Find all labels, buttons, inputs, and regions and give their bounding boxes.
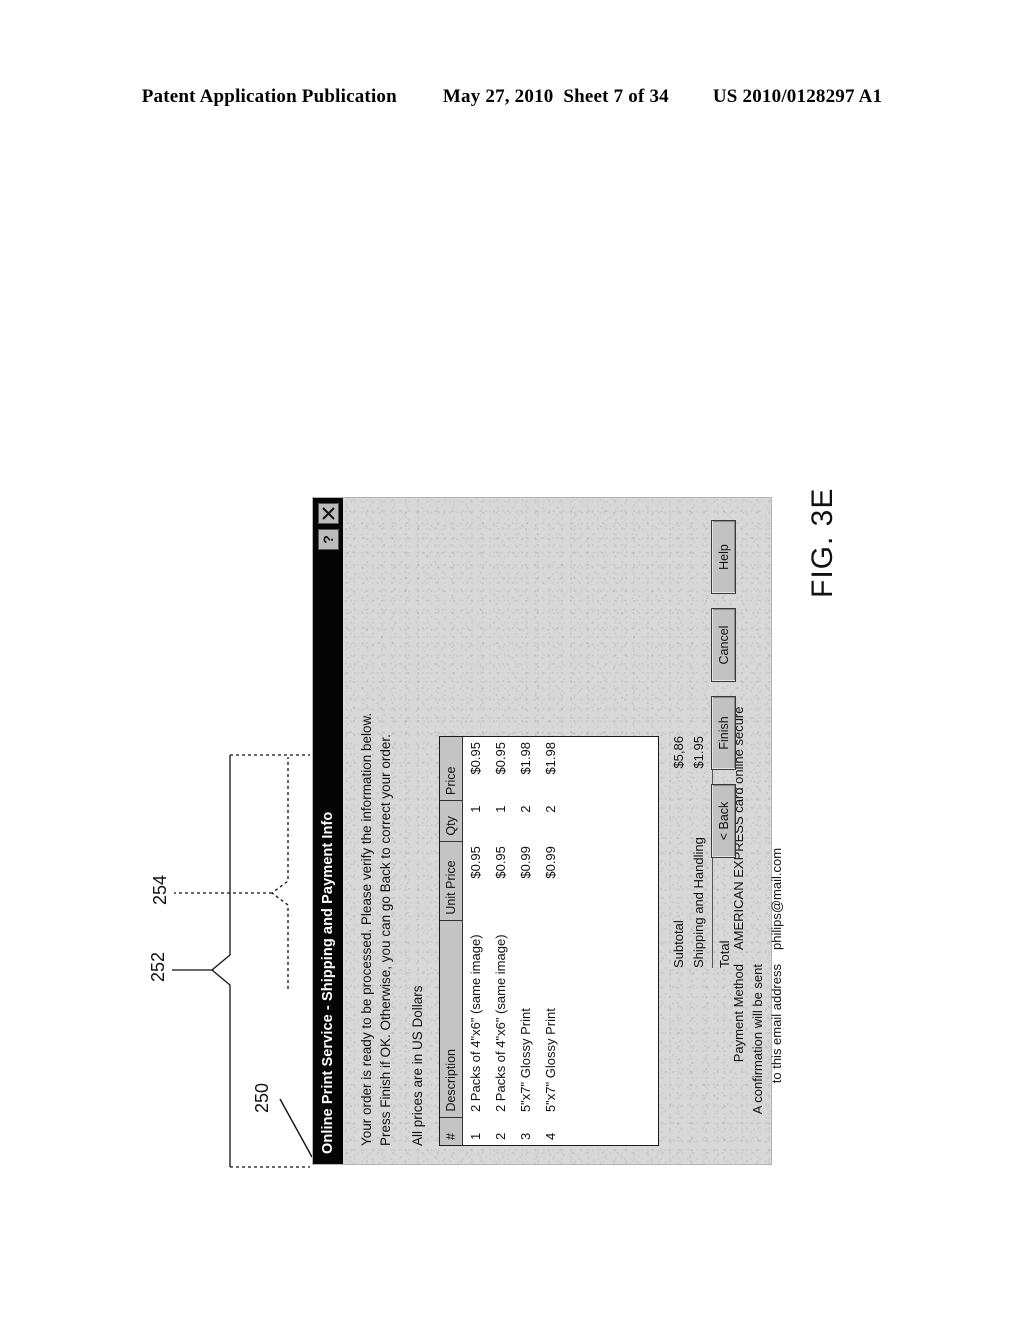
- confirmation-label-1: A confirmation will be sent: [750, 964, 765, 1115]
- subtotal-value: $5,86: [671, 736, 686, 769]
- cell-qty: 1: [493, 805, 508, 813]
- print-service-dialog: Online Print Service - Shipping and Paym…: [312, 497, 784, 1165]
- table-row: 4 5"x7" Glossy Print $0.99 2 $1.98: [538, 737, 563, 1145]
- table-row: 1 2 Packs of 4"x6" (same image) $0.95 1 …: [463, 737, 489, 1145]
- cell-num: 1: [468, 1132, 483, 1140]
- confirmation-email-value: philips@mail.com: [769, 847, 784, 950]
- cell-description: 2 Packs of 4"x6" (same image): [468, 934, 483, 1113]
- subtotal-label: Subtotal: [671, 920, 686, 968]
- order-items-table: # Description Unit Price Qty Price 1 2 P…: [440, 737, 563, 1145]
- confirmation-label-2: to this email address: [769, 964, 784, 1084]
- reference-numeral-250: 250: [252, 1082, 272, 1113]
- column-header-price: Price: [440, 737, 463, 801]
- dialog-title: Online Print Service - Shipping and Paym…: [320, 811, 336, 1154]
- cell-num: 3: [518, 1132, 533, 1140]
- dialog-title-bar: Online Print Service - Shipping and Paym…: [313, 498, 343, 1164]
- shipping-row: Shipping and Handling $1.95: [689, 736, 709, 968]
- cell-unit-price: $0.99: [518, 846, 533, 879]
- subtotal-row: Subtotal $5,86: [669, 736, 689, 968]
- cancel-button-label: Cancel: [716, 625, 731, 665]
- column-header-description: Description: [440, 920, 463, 1118]
- cell-description: 5"x7" Glossy Print: [543, 1008, 558, 1113]
- finish-button[interactable]: Finish: [711, 696, 736, 770]
- cell-price: $0.95: [493, 742, 508, 775]
- table-row: 2 2 Packs of 4"x6" (same image) $0.95 1 …: [488, 737, 513, 1145]
- dialog-body: Your order is ready to be processed. Ple…: [343, 498, 784, 1164]
- back-button[interactable]: < Back: [711, 784, 736, 858]
- column-header-num: #: [440, 1117, 463, 1145]
- instructions-line-1: Your order is ready to be processed. Ple…: [359, 712, 374, 1146]
- cell-description: 2 Packs of 4"x6" (same image): [493, 934, 508, 1113]
- cell-qty: 2: [518, 805, 533, 813]
- cell-price: $1.98: [543, 742, 558, 775]
- close-icon[interactable]: [317, 503, 339, 524]
- table-row: 3 5"x7" Glossy Print $0.99 2 $1.98: [513, 737, 538, 1145]
- confirmation-row-1: A confirmation will be sent: [748, 676, 767, 1146]
- instructions-text: Your order is ready to be processed. Ple…: [357, 713, 427, 1146]
- table-body: 1 2 Packs of 4"x6" (same image) $0.95 1 …: [463, 737, 564, 1145]
- cell-price: $0.95: [468, 742, 483, 775]
- shipping-label: Shipping and Handling: [691, 837, 706, 968]
- payment-info: Payment Method AMERICAN EXPRESS card onl…: [729, 676, 786, 1146]
- cell-num: 2: [493, 1132, 508, 1140]
- cell-unit-price: $0.99: [543, 846, 558, 879]
- help-button-label: Help: [716, 544, 731, 570]
- figure-caption: FIG. 3E: [806, 487, 839, 598]
- figure-stage: 250 252 254 256 Online Print Service - S…: [0, 0, 1024, 1320]
- reference-numeral-252: 252: [148, 951, 168, 982]
- cell-price: $1.98: [518, 742, 533, 775]
- cell-unit-price: $0.95: [493, 846, 508, 879]
- dialog-button-row: < Back Finish Cancel Help: [711, 498, 736, 1164]
- instructions-line-2: Press Finish if OK. Otherwise, you can g…: [378, 734, 393, 1146]
- reference-numeral-254: 254: [150, 874, 170, 905]
- cell-unit-price: $0.95: [468, 846, 483, 879]
- help-question-glyph: ?: [320, 535, 336, 544]
- instructions-line-3: All prices are in US Dollars: [410, 985, 425, 1146]
- table-header-row: # Description Unit Price Qty Price: [440, 737, 463, 1145]
- finish-button-label: Finish: [716, 716, 731, 750]
- column-header-unit-price: Unit Price: [440, 841, 463, 921]
- back-button-label: < Back: [716, 801, 731, 841]
- order-items-table-container: # Description Unit Price Qty Price 1 2 P…: [439, 736, 659, 1146]
- help-button[interactable]: Help: [711, 520, 736, 594]
- cell-qty: 2: [543, 805, 558, 813]
- cancel-button[interactable]: Cancel: [711, 608, 736, 682]
- figure-canvas: 250 252 254 256 Online Print Service - S…: [148, 285, 820, 1185]
- cell-num: 4: [543, 1132, 558, 1140]
- confirmation-row-2: to this email address philips@mail.com: [767, 676, 786, 1146]
- cell-qty: 1: [468, 805, 483, 813]
- column-header-qty: Qty: [440, 800, 463, 842]
- close-x-glyph: [321, 507, 335, 520]
- cell-description: 5"x7" Glossy Print: [518, 1008, 533, 1113]
- help-question-icon[interactable]: ?: [317, 529, 339, 550]
- shipping-value: $1.95: [691, 736, 706, 769]
